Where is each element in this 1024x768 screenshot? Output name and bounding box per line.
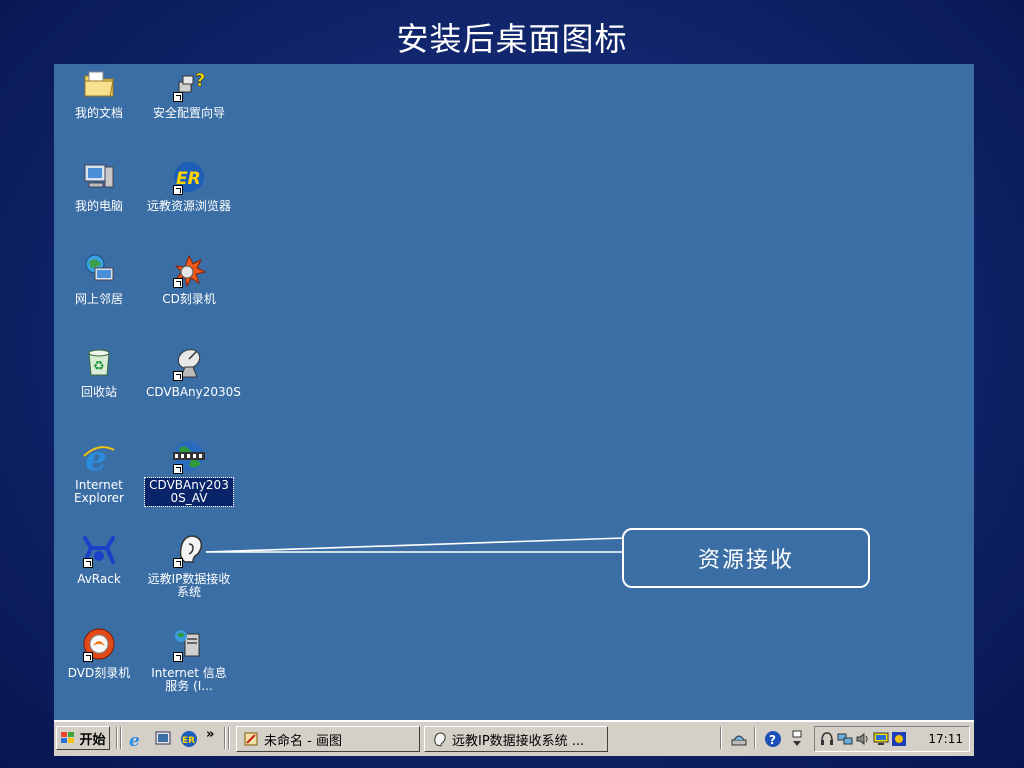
svg-text:e: e (129, 731, 140, 748)
start-label: 开始 (79, 732, 106, 748)
volume-icon[interactable] (855, 731, 871, 747)
desktop-icon-label: 远教资源浏览器 (146, 199, 231, 213)
desktop-icon-dvd-burner[interactable]: DVD刻录机 (54, 626, 144, 681)
desktop-icon-iis[interactable]: Internet 信息服务 (I... (144, 626, 234, 694)
ear-icon (171, 532, 207, 568)
quicklaunch-more-chevron[interactable]: » (206, 727, 214, 742)
desktop-icon-my-documents[interactable]: 我的文档 (54, 66, 144, 121)
desktop-icon-label: DVD刻录机 (67, 666, 131, 680)
taskbar-separator (120, 727, 122, 749)
quicklaunch-desktop-icon[interactable] (154, 730, 172, 748)
desktop-icon-recycle-bin[interactable]: ♻ 回收站 (54, 345, 144, 400)
input-method-icon[interactable] (730, 730, 748, 748)
ear-icon (434, 732, 446, 747)
quicklaunch-ie-icon[interactable]: e (128, 730, 146, 748)
taskbar: 开始 e ER » 未命名 - 画图 远教IP数据接收系统 ... ? 17:1… (54, 720, 974, 756)
desktop-icon-avrack[interactable]: AvRack (54, 532, 144, 587)
desktop-icon-label: 安全配置向导 (152, 106, 225, 120)
help-icon[interactable]: ? (764, 730, 782, 748)
start-button[interactable]: 开始 (56, 726, 110, 750)
desktop-icon-internet-explorer[interactable]: e Internet Explorer (54, 438, 144, 506)
desktop-icon-cdvbany2030s[interactable]: CDVBAny2030S (144, 345, 241, 400)
svg-text:?: ? (195, 70, 205, 91)
taskbar-separator (116, 727, 118, 749)
desktop-icon-label: 回收站 (80, 385, 117, 399)
desktop-icon-label: 我的文档 (74, 106, 123, 120)
svg-text:?: ? (769, 733, 776, 747)
cd-burner-icon (171, 252, 207, 288)
desktop-icon-label: 网上邻居 (74, 292, 123, 306)
iis-icon (171, 626, 207, 662)
task-button-ip-receiver[interactable]: 远教IP数据接收系统 ... (424, 726, 608, 752)
desktop[interactable]: 我的文档 ? 安全配置向导 我的电脑 ER 远教资源浏览器 网上邻居 CD刻录机… (54, 64, 974, 720)
taskbar-separator (228, 727, 230, 749)
satellite-dish-icon (171, 345, 207, 381)
taskbar-separator (754, 727, 756, 749)
clock[interactable]: 17:11 (928, 732, 963, 746)
avrack-icon (81, 532, 117, 568)
svg-text:♻: ♻ (93, 359, 105, 374)
globe-film-icon (171, 438, 207, 474)
desktop-icon-label: CDVBAny2030S (146, 385, 241, 399)
desktop-icon-label: CDVBAny2030S_AV (144, 477, 234, 507)
recycle-bin-icon: ♻ (81, 345, 117, 381)
svg-text:e: e (85, 439, 107, 474)
monitor-tray-icon[interactable] (873, 731, 889, 747)
desktop-icon-cd-burner[interactable]: CD刻录机 (144, 252, 234, 307)
callout-resource-receive: 资源接收 (622, 528, 870, 588)
desktop-icon-my-computer[interactable]: 我的电脑 (54, 159, 144, 214)
windows-logo-icon (61, 732, 75, 743)
task-button-paint[interactable]: 未命名 - 画图 (236, 726, 420, 752)
desktop-icon-security-wizard[interactable]: ? 安全配置向导 (144, 66, 234, 121)
options-arrow-icon[interactable] (788, 730, 806, 748)
desktop-icon-label: 我的电脑 (74, 199, 123, 213)
desktop-icon-cdvbany2030s-av[interactable]: CDVBAny2030S_AV (144, 438, 234, 507)
desktop-icon-label: CD刻录机 (162, 292, 216, 306)
desktop-icon-label: 远教IP数据接收系统 (147, 572, 231, 599)
desktop-icon-label: Internet Explorer (74, 478, 124, 505)
task-label: 未命名 - 画图 (264, 733, 342, 749)
taskbar-separator (224, 727, 226, 749)
dvb-tray-icon[interactable] (891, 731, 907, 747)
task-label: 远教IP数据接收系统 ... (452, 733, 585, 749)
desktop-icon-ip-receiver[interactable]: 远教IP数据接收系统 (144, 532, 234, 600)
dvd-burner-icon (81, 626, 117, 662)
headset-icon[interactable] (819, 731, 835, 747)
computer-icon (81, 159, 117, 195)
wizard-icon: ? (171, 66, 207, 102)
system-tray: 17:11 (814, 726, 970, 752)
network-icon (81, 252, 117, 288)
er-browser-icon: ER (171, 159, 207, 195)
folder-icon (81, 66, 117, 102)
slide-title: 安装后桌面图标 (396, 20, 628, 58)
desktop-icon-label: AvRack (77, 572, 121, 586)
network-tray-icon[interactable] (837, 731, 853, 747)
paint-icon (244, 732, 258, 746)
taskbar-separator (720, 727, 722, 749)
ie-icon: e (81, 438, 117, 474)
desktop-icon-label: Internet 信息服务 (I... (151, 666, 227, 693)
quicklaunch-er-icon[interactable]: ER (180, 730, 198, 748)
svg-text:ER: ER (182, 736, 195, 746)
desktop-icon-network[interactable]: 网上邻居 (54, 252, 144, 307)
desktop-icon-resource-browser[interactable]: ER 远教资源浏览器 (144, 159, 234, 214)
